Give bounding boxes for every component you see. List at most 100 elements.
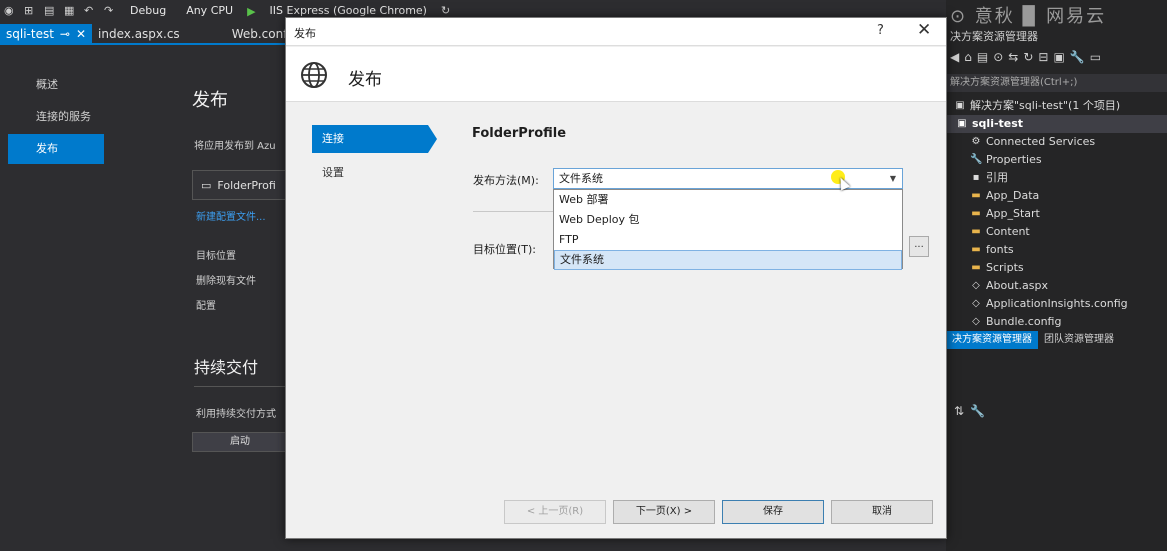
tree-item[interactable]: ⚙ Connected Services xyxy=(946,133,1167,151)
globe-icon xyxy=(301,62,327,88)
tree-item-label: Connected Services xyxy=(986,135,1096,148)
file-icon: 🔧 xyxy=(970,154,983,165)
profile-selector[interactable]: ▭ FolderProfi xyxy=(192,170,292,200)
step-connection[interactable]: 连接 xyxy=(312,125,437,153)
tree-item[interactable]: ▬ App_Data xyxy=(946,187,1167,205)
tree-item-label: Bundle.config xyxy=(986,315,1062,328)
help-icon[interactable]: ? xyxy=(877,23,884,38)
publish-method-select[interactable]: 文件系统 ▼ xyxy=(553,168,903,189)
tree-item-label: App_Data xyxy=(986,189,1040,202)
tree-item[interactable]: ▪ 引用 xyxy=(946,169,1167,187)
option-web-deploy[interactable]: Web 部署 xyxy=(554,190,902,210)
switch-views-icon[interactable]: ▤ xyxy=(977,50,993,64)
tree-item-label: About.aspx xyxy=(986,279,1048,292)
back-icon[interactable]: ◉ xyxy=(4,5,16,17)
home-icon[interactable]: ⌂ xyxy=(964,50,977,64)
tree-item[interactable]: ◇ Bundle.config xyxy=(946,313,1167,331)
publish-method-value: 文件系统 xyxy=(559,172,603,185)
tree-item[interactable]: 🔧 Properties xyxy=(946,151,1167,169)
file-icon: ▪ xyxy=(972,172,980,183)
target-location-label: 目标位置 xyxy=(196,251,236,262)
pending-changes-icon[interactable]: ⊙ xyxy=(993,50,1008,64)
continuous-delivery-title: 持续交付 xyxy=(194,358,259,377)
file-icon: ▣ xyxy=(957,118,967,129)
tree-item[interactable]: ▬ Content xyxy=(946,223,1167,241)
nav-item-publish[interactable]: 发布 xyxy=(8,134,104,164)
tree-item[interactable]: ▣ sqli-test xyxy=(946,115,1167,133)
next-button[interactable]: 下一页(X) > xyxy=(613,500,715,524)
close-icon[interactable]: ✕ xyxy=(76,24,86,44)
run-icon[interactable]: ▶ xyxy=(247,5,255,18)
folder-icon: ▬ xyxy=(971,262,981,273)
prev-button[interactable]: < 上一页(R) xyxy=(504,500,606,524)
tree-item-label: ApplicationInsights.config xyxy=(986,297,1128,310)
explorer-tabs: 决方案资源管理器 团队资源管理器 xyxy=(946,331,1167,349)
dialog-header: 发布 xyxy=(286,47,946,102)
tab-solution-explorer[interactable]: 决方案资源管理器 xyxy=(946,331,1038,349)
wrench-icon[interactable]: 🔧 xyxy=(970,404,991,418)
nav-item-connected-services[interactable]: 连接的服务 xyxy=(0,102,110,132)
close-icon[interactable]: ✕ xyxy=(917,20,931,40)
new-project-icon[interactable]: ⊞ xyxy=(24,5,36,17)
folder-icon: ▬ xyxy=(971,244,981,255)
collapse-icon[interactable]: ⊟ xyxy=(1038,50,1053,64)
option-ftp[interactable]: FTP xyxy=(554,230,902,250)
config-combo[interactable]: Debug xyxy=(124,3,172,19)
wizard-steps: 连接 设置 xyxy=(312,125,437,193)
option-web-deploy-package[interactable]: Web Deploy 包 xyxy=(554,210,902,230)
nav-item-overview[interactable]: 概述 xyxy=(0,70,110,100)
refresh-icon[interactable]: ↻ xyxy=(441,5,453,17)
tree-item-label: Properties xyxy=(986,153,1042,166)
back-icon[interactable]: ◀ xyxy=(950,50,964,64)
new-profile-link[interactable]: 新建配置文件... xyxy=(196,208,266,223)
tree-item[interactable]: ▣ 解决方案"sqli-test"(1 个项目) xyxy=(946,97,1167,115)
tab-index-aspx-cs[interactable]: index.aspx.cs xyxy=(92,24,186,44)
tree-item-label: 解决方案"sqli-test"(1 个项目) xyxy=(970,99,1121,112)
folder-icon: ▬ xyxy=(971,190,981,201)
tree-item-label: sqli-test xyxy=(972,117,1024,130)
tree-item[interactable]: ◇ ApplicationInsights.config xyxy=(946,295,1167,313)
tree-item-label: 引用 xyxy=(986,171,1008,184)
tab-sqli-test[interactable]: sqli-test ⊸ ✕ xyxy=(0,24,93,44)
watermark: ⊙ 意秋 ▉ 网易云 xyxy=(950,6,1107,27)
tree-item[interactable]: ◇ About.aspx xyxy=(946,277,1167,295)
publish-method-dropdown: Web 部署 Web Deploy 包 FTP 文件系统 xyxy=(553,189,903,270)
redo-icon[interactable]: ↷ xyxy=(104,5,116,17)
sort-icon[interactable]: ⇅ xyxy=(954,404,970,418)
solution-explorer-toolbar: ◀⌂▤⊙⇆↻⊟▣🔧▭ xyxy=(950,50,1106,64)
project-nav: 概述 连接的服务 发布 xyxy=(0,60,110,166)
solution-search-input[interactable]: 解决方案资源管理器(Ctrl+;) xyxy=(946,74,1167,92)
refresh-icon[interactable]: ↻ xyxy=(1023,50,1038,64)
file-icon: ⚙ xyxy=(971,136,981,147)
sync-icon[interactable]: ⇆ xyxy=(1008,50,1023,64)
profile-name: FolderProfile xyxy=(472,126,567,141)
show-all-files-icon[interactable]: ▣ xyxy=(1053,50,1069,64)
tab-team-explorer[interactable]: 团队资源管理器 xyxy=(1038,331,1120,349)
start-button[interactable]: 启动 xyxy=(192,432,288,452)
chevron-down-icon: ▼ xyxy=(889,174,896,183)
save-all-icon[interactable]: ▦ xyxy=(64,5,76,17)
step-settings[interactable]: 设置 xyxy=(312,159,437,187)
tree-item[interactable]: ▬ App_Start xyxy=(946,205,1167,223)
browse-button[interactable]: ... xyxy=(909,236,929,257)
undo-icon[interactable]: ↶ xyxy=(84,5,96,17)
tab-label: index.aspx.cs xyxy=(98,27,180,41)
tree-item-label: Scripts xyxy=(986,261,1024,274)
save-icon[interactable]: ▤ xyxy=(44,5,56,17)
properties-icon[interactable]: 🔧 xyxy=(1070,50,1090,64)
pin-icon[interactable]: ⊸ xyxy=(60,24,70,44)
divider xyxy=(473,211,553,212)
platform-combo[interactable]: Any CPU xyxy=(180,3,239,19)
file-icon: ◇ xyxy=(972,280,980,291)
publish-subtitle: 将应用发布到 Azu xyxy=(194,141,276,152)
cancel-button[interactable]: 取消 xyxy=(831,500,933,524)
solution-explorer-title: 决方案资源管理器 xyxy=(950,30,1038,43)
preview-icon[interactable]: ▭ xyxy=(1090,50,1106,64)
dialog-titlebar: 发布 ? ✕ xyxy=(286,18,946,46)
tree-item[interactable]: ▬ fonts xyxy=(946,241,1167,259)
dialog-title: 发布 xyxy=(294,27,316,40)
save-button[interactable]: 保存 xyxy=(722,500,824,524)
tree-item[interactable]: ▬ Scripts xyxy=(946,259,1167,277)
option-file-system[interactable]: 文件系统 xyxy=(554,250,902,270)
dialog-heading: 发布 xyxy=(348,70,382,90)
